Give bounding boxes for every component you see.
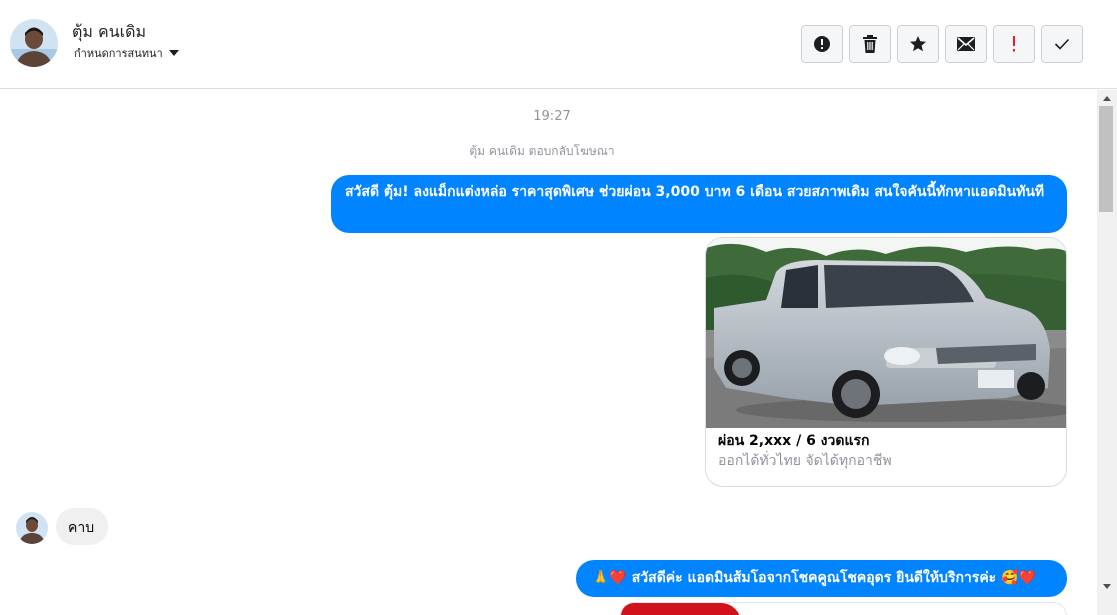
assign-conversation-dropdown[interactable]: กำหนดการสนทนา bbox=[74, 44, 179, 62]
ad-reply-note: ตุ้ม คนเดิม ตอบกลับโฆษณา bbox=[469, 144, 615, 158]
exclamation-icon bbox=[1013, 36, 1015, 52]
scrollbar-thumb[interactable] bbox=[1099, 106, 1113, 212]
card-subtitle: ออกได้ทั่วไทย จัดได้ทุกอาชีพ bbox=[718, 453, 892, 469]
checkmark-icon bbox=[1054, 38, 1070, 50]
scroll-up-arrow[interactable] bbox=[1097, 90, 1117, 106]
delete-button[interactable] bbox=[849, 25, 891, 63]
message-thread[interactable]: 19:27 ตุ้ม คนเดิม ตอบกลับโฆษณา สวัสดี ตุ… bbox=[0, 90, 1097, 615]
next-card-banner bbox=[621, 603, 741, 615]
contact-avatar[interactable] bbox=[10, 19, 58, 67]
star-button[interactable] bbox=[897, 25, 939, 63]
next-ad-card[interactable] bbox=[620, 602, 1067, 615]
star-icon bbox=[910, 36, 926, 52]
ad-card[interactable]: ผ่อน 2,xxx / 6 งวดแรก ออกได้ทั่วไทย จัดไ… bbox=[705, 237, 1067, 487]
caret-down-icon bbox=[168, 50, 179, 56]
follow-up-button[interactable] bbox=[993, 25, 1035, 63]
alert-circle-icon bbox=[814, 36, 830, 52]
envelope-icon bbox=[957, 37, 975, 51]
mark-spam-button[interactable] bbox=[801, 25, 843, 63]
message-timestamp: 19:27 bbox=[533, 109, 571, 124]
mark-done-button[interactable] bbox=[1041, 25, 1083, 63]
card-title: ผ่อน 2,xxx / 6 งวดแรก bbox=[718, 433, 870, 449]
assign-label: กำหนดการสนทนา bbox=[74, 47, 163, 60]
contact-name[interactable]: ตุ้ม คนเดิม bbox=[72, 20, 146, 45]
mark-unread-button[interactable] bbox=[945, 25, 987, 63]
incoming-message[interactable]: คาบ bbox=[56, 508, 108, 545]
conversation-toolbar bbox=[801, 25, 1083, 63]
conversation-header: ตุ้ม คนเดิม กำหนดการสนทนา bbox=[0, 0, 1117, 89]
outgoing-message-greeting[interactable]: 🙏❤️ สวัสดีค่ะ แอดมินส้มโอจากโชคคูณโชคอุด… bbox=[576, 560, 1067, 597]
trash-icon bbox=[863, 35, 877, 53]
contact-avatar-small[interactable] bbox=[16, 512, 48, 544]
outgoing-message[interactable]: สวัสดี ตุ้ม! ลงแม็กแต่งหล่อ ราคาสุดพิเศษ… bbox=[331, 175, 1067, 233]
thread-scrollbar[interactable] bbox=[1097, 90, 1117, 615]
car-photo bbox=[706, 238, 1066, 428]
scroll-down-arrow[interactable] bbox=[1097, 578, 1117, 594]
